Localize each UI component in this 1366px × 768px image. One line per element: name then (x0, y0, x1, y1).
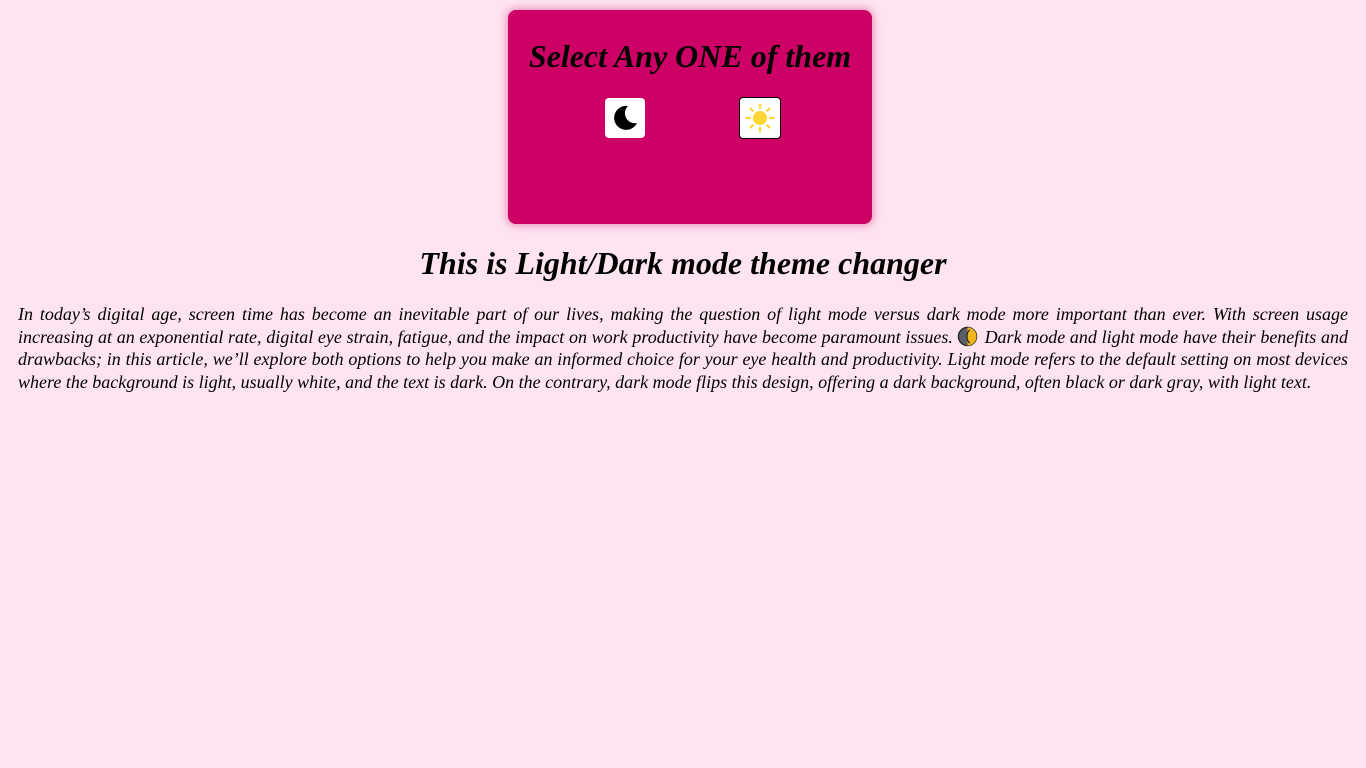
sun-icon (745, 103, 775, 133)
dark-mode-button[interactable] (605, 98, 645, 138)
theme-selector-card: Select Any ONE of them (508, 10, 872, 224)
article-paragraph: In today’s digital age, screen time has … (18, 303, 1348, 393)
page-heading: This is Light/Dark mode theme changer (419, 245, 947, 281)
moon-icon (614, 105, 637, 130)
card-title: Select Any ONE of them (528, 38, 852, 74)
light-mode-button[interactable] (739, 97, 781, 139)
half-moon-contrast-icon (957, 326, 978, 346)
